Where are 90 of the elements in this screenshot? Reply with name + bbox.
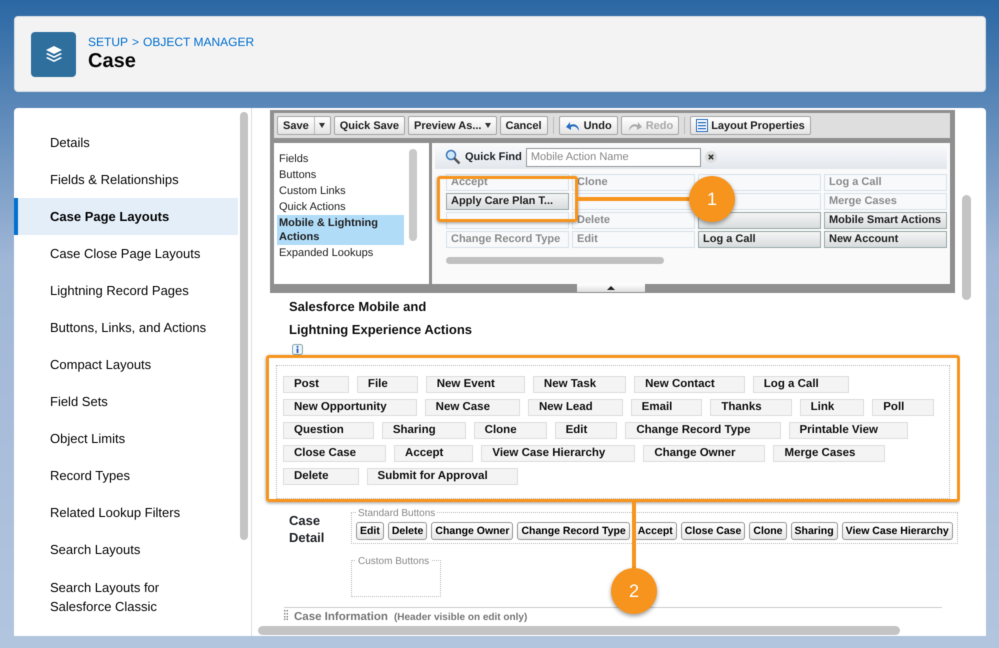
action-button[interactable]: Poll xyxy=(872,398,934,416)
undo-icon xyxy=(564,120,581,132)
palette-item[interactable]: New Account xyxy=(824,231,947,248)
section-title: Salesforce Mobile and Lightning Experience Actions xyxy=(289,298,473,339)
action-button[interactable]: Change Owner xyxy=(643,444,766,462)
action-button[interactable]: Printable View xyxy=(788,422,908,438)
action-button[interactable]: Sharing xyxy=(382,422,466,438)
toolbar-button[interactable]: Quick Save xyxy=(334,116,406,135)
action-button[interactable]: New Case xyxy=(424,398,520,416)
sidebar-item[interactable]: Related Lookup Filters xyxy=(14,494,238,531)
sidebar-item[interactable]: Case Close Page Layouts xyxy=(14,235,238,272)
sidebar-item[interactable]: Lightning Record Pages xyxy=(14,272,238,309)
sidebar-item[interactable]: Buttons, Links, and Actions xyxy=(14,309,238,346)
toolbar-button[interactable]: Save xyxy=(277,116,331,135)
toolbar-button[interactable]: Undo xyxy=(558,116,618,135)
clear-icon[interactable] xyxy=(704,151,717,163)
action-button[interactable]: Thanks xyxy=(710,398,792,416)
action-button[interactable]: New Event xyxy=(426,376,525,392)
info-icon[interactable] xyxy=(292,344,303,355)
category-item[interactable]: Quick Actions xyxy=(277,199,404,215)
action-button[interactable]: File xyxy=(356,376,418,392)
action-button[interactable]: Log a Call xyxy=(752,376,849,392)
scrollbar[interactable] xyxy=(446,257,664,264)
action-button[interactable]: New Task xyxy=(532,376,626,392)
layout-button[interactable]: Change Owner xyxy=(431,522,514,540)
scrollbar[interactable] xyxy=(258,626,900,635)
layout-button[interactable]: Change Record Type xyxy=(517,522,630,540)
page-title: Case xyxy=(88,49,137,73)
palette-item[interactable]: Mobile Smart Actions xyxy=(824,212,947,229)
action-button[interactable]: New Contact xyxy=(634,376,745,392)
sidebar-item[interactable]: Field Sets xyxy=(14,383,238,420)
category-item[interactable]: Custom Links xyxy=(277,183,404,199)
search-field[interactable]: Mobile Action Name xyxy=(526,148,701,166)
action-button[interactable]: New Opportunity xyxy=(283,398,417,416)
toolbar-button[interactable]: Cancel xyxy=(500,116,548,135)
caret-icon xyxy=(314,117,325,134)
collapse-handle[interactable] xyxy=(577,284,645,292)
layout-button[interactable]: Delete xyxy=(388,522,428,540)
sidebar-item[interactable]: Compact Layouts xyxy=(14,346,238,383)
section-title: Case Information xyxy=(294,610,388,624)
action-button[interactable]: Email xyxy=(630,398,702,416)
breadcrumb-link[interactable]: OBJECT MANAGER xyxy=(143,35,254,49)
category-item[interactable]: Expanded Lookups xyxy=(277,245,404,261)
sidebar-item[interactable]: Case Page Layouts xyxy=(14,198,238,235)
sidebar-item[interactable]: Details xyxy=(14,124,238,161)
action-button[interactable]: Edit xyxy=(554,422,618,438)
section-note: (Header visible on edit only) xyxy=(394,610,528,624)
action-button[interactable]: Clone xyxy=(474,422,547,438)
layout-button[interactable]: Sharing xyxy=(790,522,838,540)
drag-handle-icon[interactable] xyxy=(284,610,288,620)
layout-button[interactable]: View Case Hierarchy xyxy=(842,522,953,540)
form-icon xyxy=(696,119,708,132)
scrollbar[interactable] xyxy=(238,108,252,636)
action-button[interactable]: Accept xyxy=(394,444,474,462)
toolbar-button[interactable]: Layout Properties xyxy=(690,116,811,135)
section-title: Case Detail xyxy=(289,512,326,546)
action-button[interactable]: Question xyxy=(283,422,374,438)
sidebar-item[interactable]: Search Layouts for Salesforce Classic xyxy=(14,568,204,626)
action-button[interactable]: New Lead xyxy=(528,398,623,416)
category-item[interactable]: Mobile & Lightning Actions xyxy=(277,215,404,245)
category-item[interactable]: Buttons xyxy=(277,167,404,183)
layout-button[interactable]: Clone xyxy=(749,522,787,540)
action-button[interactable]: Delete xyxy=(283,468,359,484)
sidebar-item[interactable]: Record Types xyxy=(14,457,238,494)
palette-item[interactable]: Apply Care Plan T... xyxy=(446,193,569,210)
caret-icon xyxy=(484,123,490,128)
layout-button[interactable]: Edit xyxy=(356,522,384,540)
sidebar-item[interactable]: Search Layouts xyxy=(14,531,238,568)
layout-button[interactable]: Accept xyxy=(634,522,677,540)
action-button[interactable]: Post xyxy=(283,376,349,392)
palette-item[interactable]: Log a Call xyxy=(698,231,821,248)
toolbar-button[interactable]: Preview As... xyxy=(408,116,496,135)
action-button[interactable]: Link xyxy=(800,398,864,416)
action-button[interactable]: Change Record Type xyxy=(625,422,781,438)
sidebar-item[interactable]: Fields & Relationships xyxy=(14,161,238,198)
layers-icon xyxy=(31,32,76,76)
layout-button[interactable]: Close Case xyxy=(680,522,746,540)
callout-tooltip: 2 xyxy=(611,568,657,614)
redo-icon xyxy=(626,120,643,132)
action-button[interactable]: View Case Hierarchy xyxy=(481,444,636,462)
breadcrumb-link[interactable]: SETUP xyxy=(88,35,128,49)
action-button[interactable]: Submit for Approval xyxy=(366,468,518,484)
action-button[interactable]: Merge Cases xyxy=(773,444,886,462)
category-item[interactable]: Fields xyxy=(277,151,404,167)
search-icon xyxy=(445,149,461,165)
breadcrumb-separator: > xyxy=(132,35,140,49)
field-label: Quick Find xyxy=(465,150,522,165)
action-button[interactable]: Close Case xyxy=(283,444,386,462)
sidebar-item[interactable]: Object Limits xyxy=(14,420,238,457)
scrollbar[interactable] xyxy=(409,149,417,241)
